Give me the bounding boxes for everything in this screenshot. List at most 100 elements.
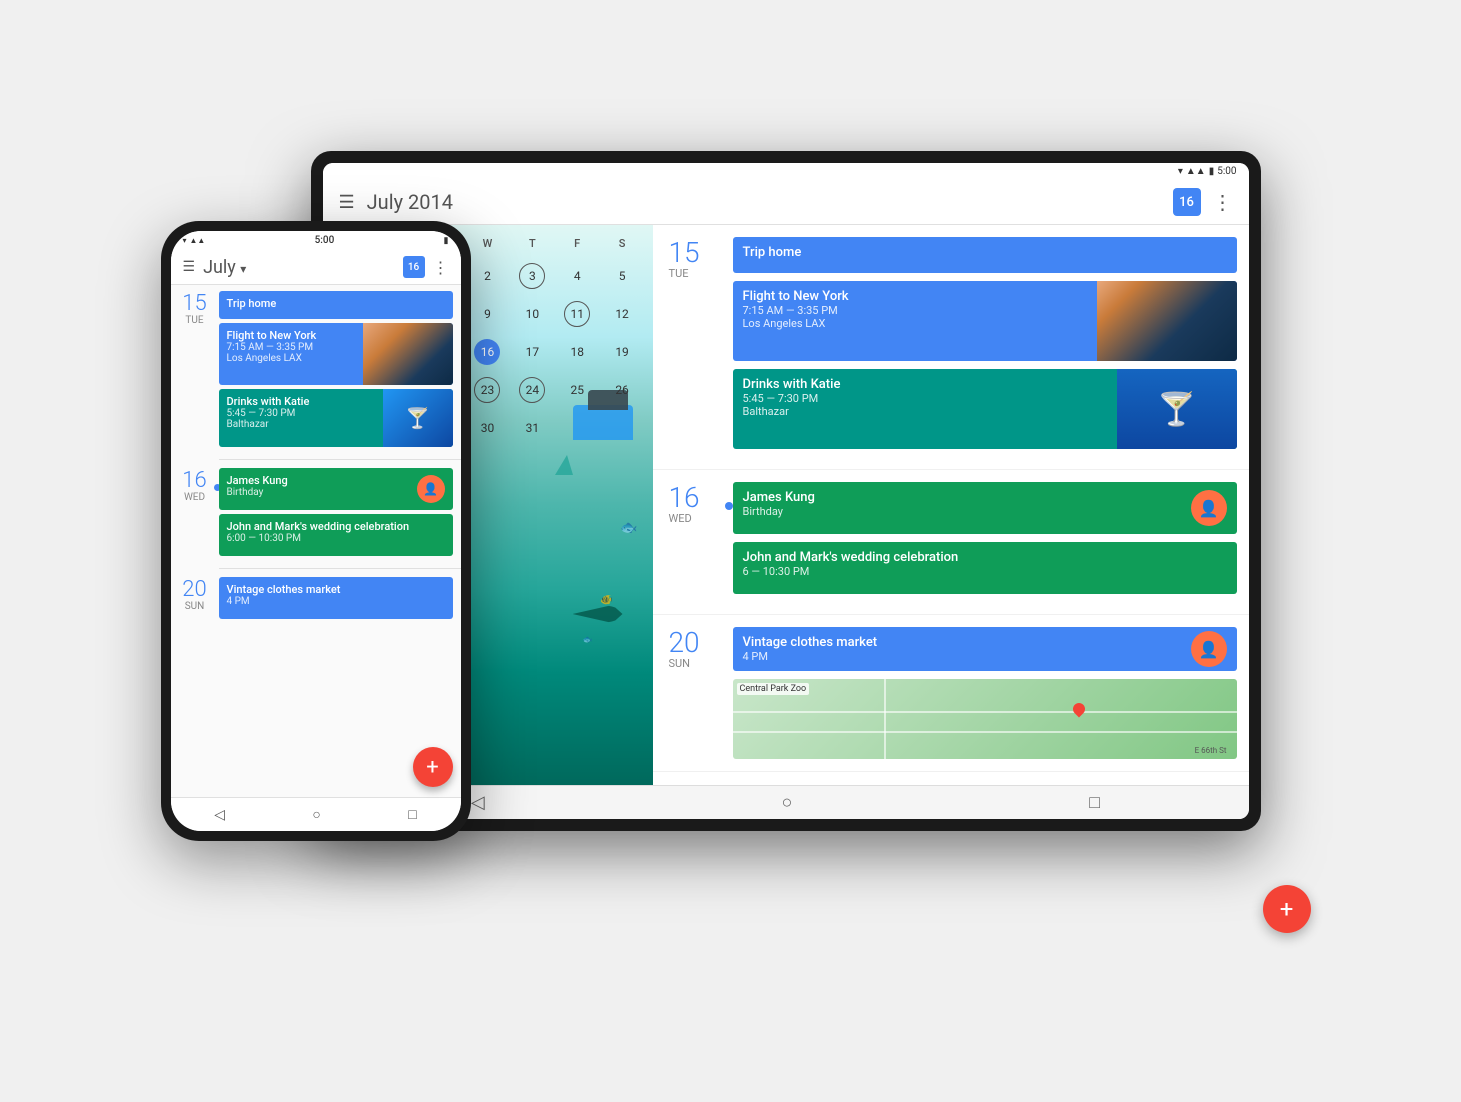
scene: ▾ ▲▲ ▮ 5:00 ☰ July 2014 16 ⋮ (131, 101, 1331, 1001)
cal-cell-30[interactable]: 30 (465, 410, 510, 446)
phone-day-16: 16 Wed James Kung Birthday 👤 Jo (171, 462, 461, 566)
phone-event-vintage-title: Vintage clothes market (227, 583, 445, 596)
phone-event-trip-home[interactable]: Trip home (219, 291, 453, 319)
phone-time: 5:00 (315, 235, 335, 246)
agenda-day-16: 16 Wed James Kung Birthday 👤 (653, 470, 1249, 615)
agenda-event-vintage-title: Vintage clothes market (743, 635, 1227, 650)
cal-cell-3[interactable]: 3 (510, 258, 555, 294)
tablet-recents-btn[interactable]: □ (1089, 792, 1100, 813)
cal-cell-31[interactable]: 31 (510, 410, 555, 446)
phone-month-label: July (203, 257, 236, 278)
agenda-event-drinks[interactable]: Drinks with Katie 5:45 — 7:30 PM Balthaz… (733, 369, 1237, 449)
cal-cell-empty3 (600, 410, 645, 446)
agenda-day-num-16: 16 (669, 484, 733, 512)
phone-day-name-15: Tue (171, 315, 219, 326)
agenda-day-name-20: Sun (669, 657, 733, 670)
phone-event-trip-title: Trip home (227, 297, 445, 310)
cal-cell-11[interactable]: 11 (555, 296, 600, 332)
cal-cell-19[interactable]: 19 (600, 334, 645, 370)
phone-title[interactable]: July ▾ (203, 257, 402, 278)
cal-cell-12[interactable]: 12 (600, 296, 645, 332)
agenda-event-flight-image (1097, 281, 1237, 361)
phone-event-wedding[interactable]: John and Mark's wedding celebration 6:00… (219, 514, 453, 556)
agenda-event-trip-home[interactable]: Trip home (733, 237, 1237, 273)
cal-header-f: F (555, 233, 600, 254)
tablet-battery-icon: ▮ (1209, 166, 1215, 177)
agenda-day-num-20: 20 (669, 629, 733, 657)
tablet-fab[interactable]: + (1263, 885, 1311, 933)
tablet-wifi-icon: ▾ (1178, 166, 1183, 177)
phone-event-drinks-image: 🍸 (383, 389, 453, 447)
cal-cell-16[interactable]: 16 (465, 334, 510, 370)
phone-more-icon[interactable]: ⋮ (433, 258, 449, 277)
phone-recents-btn[interactable]: □ (408, 806, 416, 823)
tablet-menu-icon[interactable]: ☰ (339, 192, 355, 213)
phone-event-drinks[interactable]: Drinks with Katie 5:45 — 7:30 PM Balthaz… (219, 389, 453, 447)
tablet-home-btn[interactable]: ○ (782, 792, 793, 813)
tablet-time: 5:00 (1217, 166, 1236, 177)
phone-calendar-badge[interactable]: 16 (403, 256, 425, 278)
cal-cell-23[interactable]: 23 (465, 372, 510, 408)
phone-event-flight[interactable]: Flight to New York 7:15 AM — 3:35 PM Los… (219, 323, 453, 385)
cal-cell-25[interactable]: 25 (555, 372, 600, 408)
tablet-back-btn[interactable]: ◁ (471, 792, 485, 813)
phone-event-wedding-time: 6:00 — 10:30 PM (227, 533, 445, 544)
tablet-status-bar: ▾ ▲▲ ▮ 5:00 (323, 163, 1249, 180)
cal-cell-2[interactable]: 2 (465, 258, 510, 294)
agenda-day-name-16: Wed (669, 512, 733, 525)
phone-home-btn[interactable]: ○ (312, 806, 320, 823)
phone-event-james-avatar: 👤 (417, 475, 445, 503)
agenda-event-vintage[interactable]: Vintage clothes market 4 PM 👤 (733, 627, 1237, 671)
phone-device: ▾ ▲▲ 5:00 ▮ ☰ July ▾ 16 ⋮ (161, 221, 471, 841)
cal-cell-24[interactable]: 24 (510, 372, 555, 408)
phone-dropdown-icon: ▾ (240, 262, 246, 276)
agenda-day-20: 20 Sun Vintage clothes market 4 PM 👤 (653, 615, 1249, 772)
cal-cell-26[interactable]: 26 (600, 372, 645, 408)
phone-event-vintage-time: 4 PM (227, 596, 445, 607)
phone-back-btn[interactable]: ◁ (214, 807, 225, 823)
phone-fab[interactable]: + (413, 747, 453, 787)
phone-event-vintage[interactable]: Vintage clothes market 4 PM (219, 577, 453, 619)
phone-event-flight-image (363, 323, 453, 385)
phone-event-james[interactable]: James Kung Birthday 👤 (219, 468, 453, 510)
tablet-calendar-badge[interactable]: 16 (1173, 188, 1201, 216)
tablet-signal-icon: ▲▲ (1186, 166, 1206, 177)
cal-header-s2: S (600, 233, 645, 254)
phone-day-name-20: Sun (171, 601, 219, 612)
agenda-event-flight[interactable]: Flight to New York 7:15 AM — 3:35 PM Los… (733, 281, 1237, 361)
phone-header: ☰ July ▾ 16 ⋮ (171, 250, 461, 285)
phone-event-james-title: James Kung (227, 474, 445, 487)
agenda-event-wedding-time: 6 — 10:30 PM (743, 565, 1227, 578)
phone-nav: ◁ ○ □ (171, 797, 461, 831)
phone-content: 15 Tue Trip home Flight to New York 7:15… (171, 285, 461, 797)
phone-event-wedding-title: John and Mark's wedding celebration (227, 520, 445, 533)
agenda-event-james-title: James Kung (743, 490, 1227, 505)
cal-header-t2: T (510, 233, 555, 254)
phone-event-james-sub: Birthday (227, 487, 445, 498)
cal-cell-5[interactable]: 5 (600, 258, 645, 294)
agenda-event-wedding[interactable]: John and Mark's wedding celebration 6 — … (733, 542, 1237, 594)
agenda-event-wedding-title: John and Mark's wedding celebration (743, 550, 1227, 565)
tablet-title: July 2014 (367, 190, 1173, 214)
cal-header-w: W (465, 233, 510, 254)
cal-cell-17[interactable]: 17 (510, 334, 555, 370)
cal-cell-9[interactable]: 9 (465, 296, 510, 332)
phone-divider-1 (219, 459, 461, 460)
agenda-panel: 15 Tue Trip home Flight to New York 7 (653, 225, 1249, 785)
phone-day-15: 15 Tue Trip home Flight to New York 7:15… (171, 285, 461, 457)
agenda-event-james[interactable]: James Kung Birthday 👤 (733, 482, 1237, 534)
agenda-day-num-15: 15 (669, 239, 733, 267)
cal-cell-10[interactable]: 10 (510, 296, 555, 332)
map-preview: Central Park Zoo E 66th St (733, 679, 1237, 759)
agenda-day-16-dot (725, 502, 733, 510)
agenda-event-vintage-avatar: 👤 (1191, 631, 1227, 667)
cal-cell-4[interactable]: 4 (555, 258, 600, 294)
phone-wifi-icon: ▾ (183, 236, 187, 245)
phone-day-20: 20 Sun Vintage clothes market 4 PM (171, 571, 461, 629)
agenda-event-james-sub: Birthday (743, 505, 1227, 518)
phone-signal-icon: ▲▲ (190, 236, 206, 245)
cal-cell-18[interactable]: 18 (555, 334, 600, 370)
phone-battery-icon: ▮ (444, 236, 449, 246)
phone-menu-icon[interactable]: ☰ (183, 259, 196, 275)
tablet-more-icon[interactable]: ⋮ (1213, 190, 1233, 214)
